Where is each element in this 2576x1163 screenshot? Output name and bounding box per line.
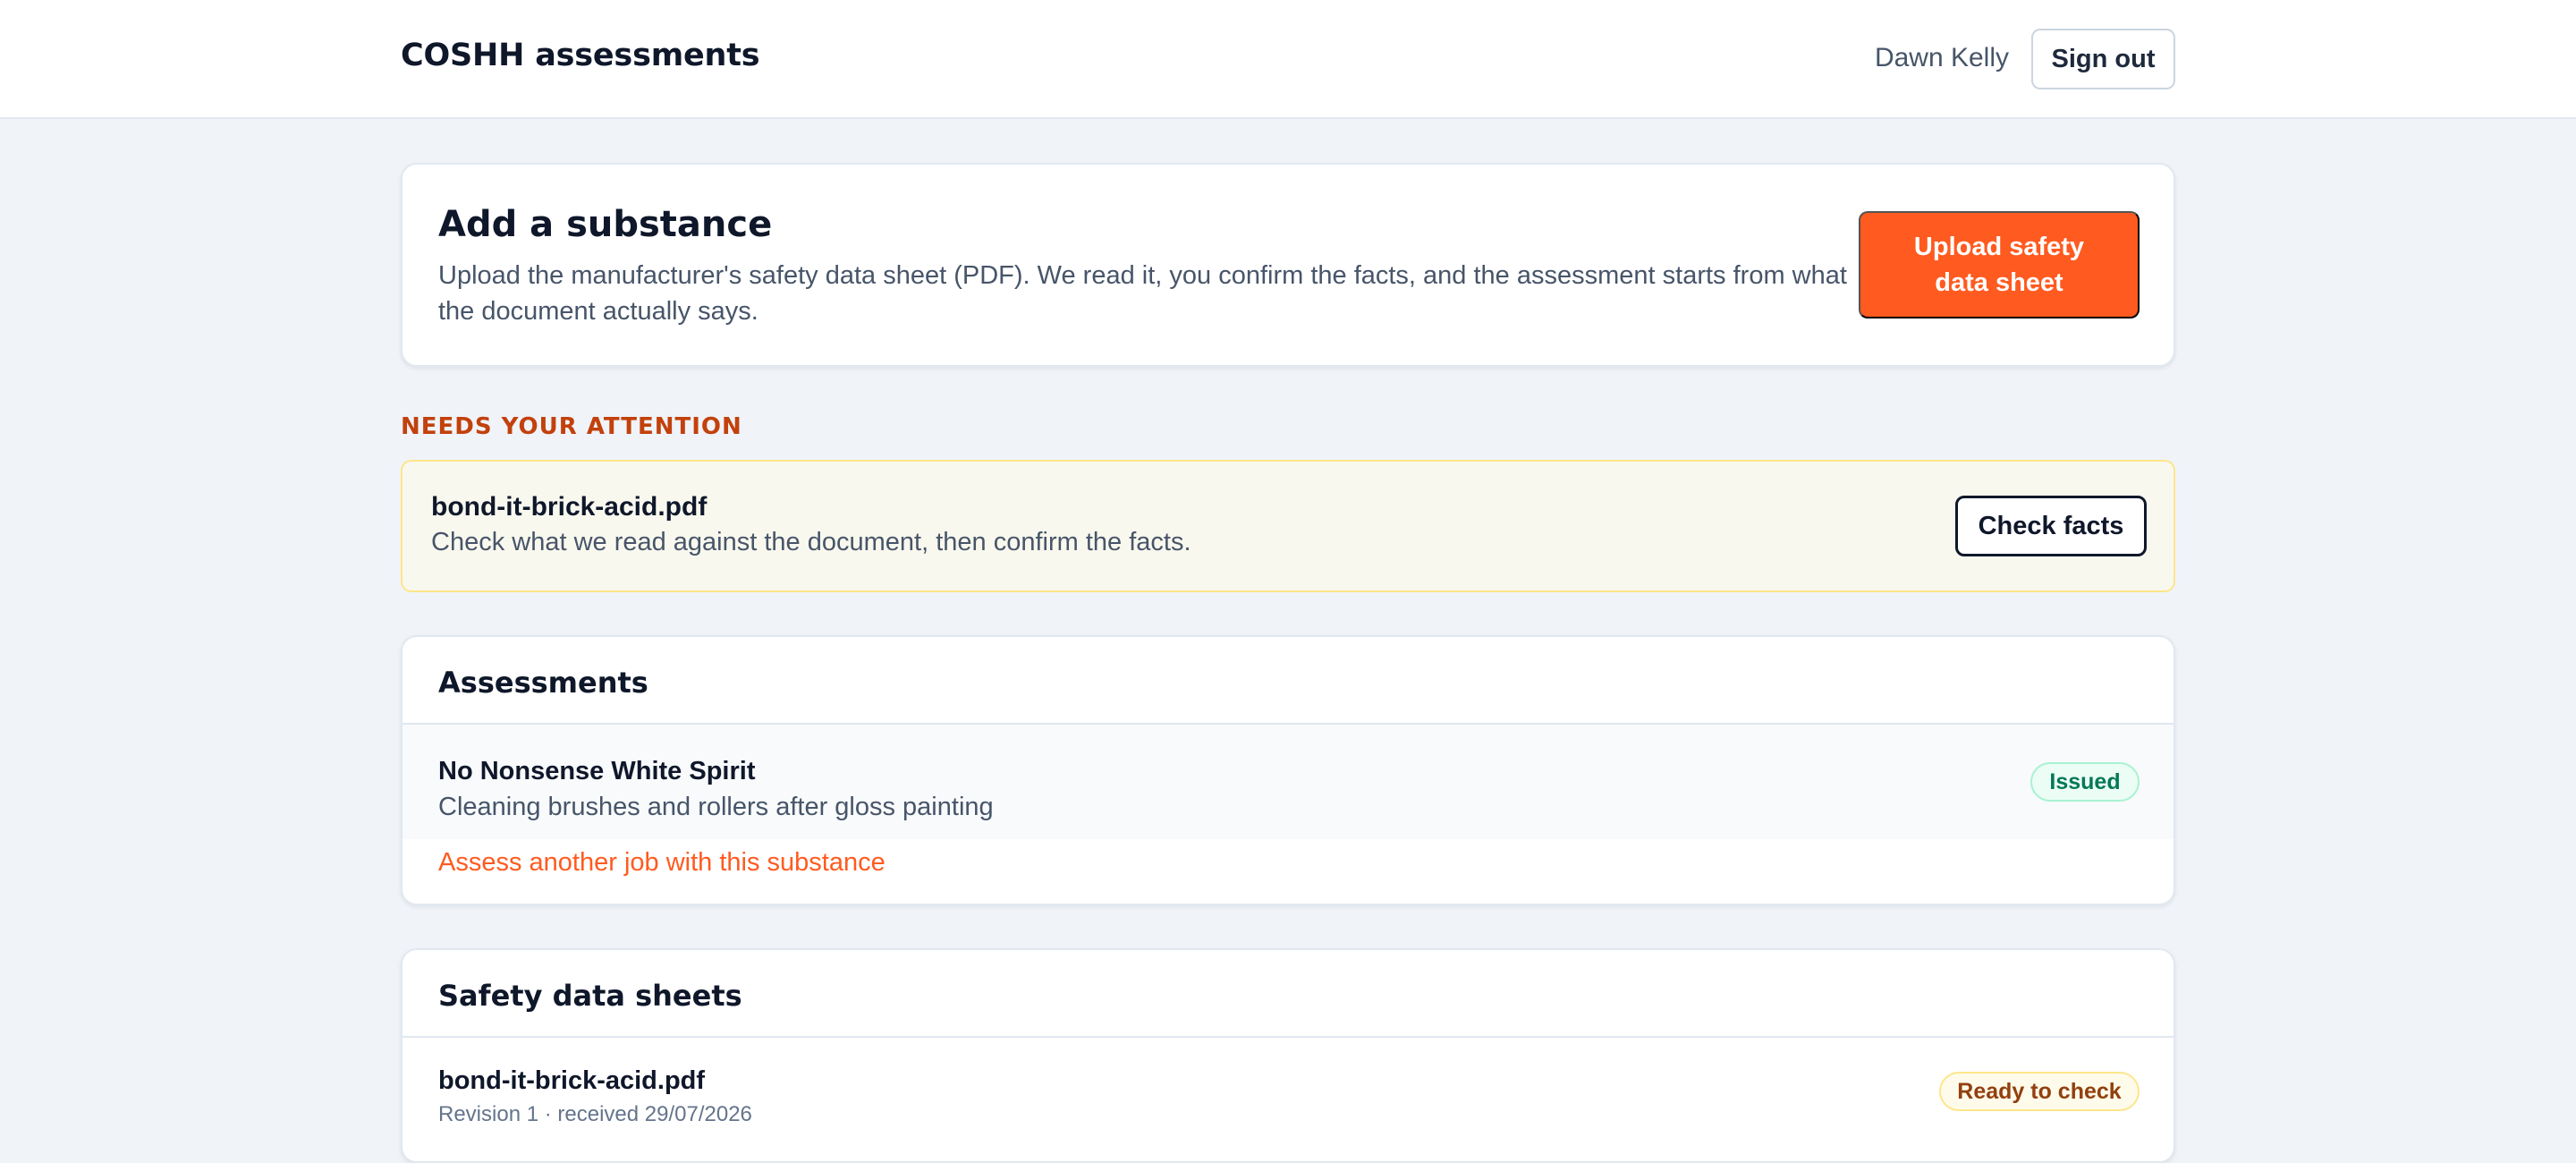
- assess-another-job-link[interactable]: Assess another job with this substance: [438, 848, 886, 878]
- needs-attention-heading: NEEDS YOUR ATTENTION: [401, 413, 742, 440]
- add-substance-title: Add a substance: [438, 204, 773, 245]
- status-badge-ready: Ready to check: [1939, 1072, 2140, 1111]
- status-badge-issued: Issued: [2030, 762, 2140, 802]
- attention-item: bond-it-brick-acid.pdf Check what we rea…: [401, 460, 2175, 592]
- assessment-job: Cleaning brushes and rollers after gloss…: [438, 793, 994, 821]
- safety-data-sheets-header: Safety data sheets: [402, 950, 2174, 1038]
- assessments-card: Assessments No Nonsense White Spirit Cle…: [401, 635, 2175, 905]
- add-substance-description: Upload the manufacturer's safety data sh…: [438, 261, 1847, 326]
- user-name: Dawn Kelly: [1874, 43, 2009, 72]
- sds-file-name: bond-it-brick-acid.pdf: [438, 1066, 706, 1095]
- attention-message: Check what we read against the document,…: [431, 528, 1191, 556]
- attention-file-name: bond-it-brick-acid.pdf: [431, 492, 708, 522]
- add-substance-card: Add a substance Upload the manufacturer'…: [401, 163, 2175, 367]
- sign-out-button[interactable]: Sign out: [2031, 29, 2175, 89]
- check-facts-button[interactable]: Check facts: [1955, 496, 2147, 556]
- assessment-substance: No Nonsense White Spirit: [438, 757, 756, 785]
- sds-meta: Revision 1 · received 29/07/2026: [438, 1102, 752, 1126]
- assessments-header: Assessments: [402, 637, 2174, 725]
- safety-data-sheets-title: Safety data sheets: [438, 979, 742, 1013]
- safety-data-sheets-card: Safety data sheets bond-it-brick-acid.pd…: [401, 948, 2175, 1163]
- assessments-title: Assessments: [438, 666, 648, 700]
- upload-safety-data-sheet-button[interactable]: Upload safety data sheet: [1859, 211, 2140, 318]
- assessment-row[interactable]: No Nonsense White Spirit Cleaning brushe…: [402, 725, 2174, 839]
- app-title: COSHH assessments: [401, 38, 760, 73]
- top-bar: COSHH assessments Dawn Kelly Sign out: [0, 0, 2576, 119]
- sds-row[interactable]: bond-it-brick-acid.pdf Revision 1 · rece…: [402, 1038, 2174, 1161]
